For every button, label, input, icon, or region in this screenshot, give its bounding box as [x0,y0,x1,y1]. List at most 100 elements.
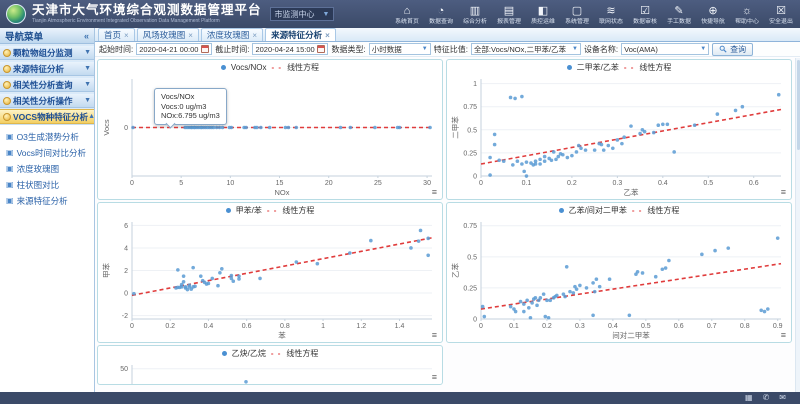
tab-close-icon[interactable]: × [252,31,257,40]
series-legend-label[interactable]: 乙炔/乙烷 [232,348,266,359]
trend-legend-label[interactable]: 线性方程 [647,205,679,216]
data-point[interactable] [511,163,515,167]
data-point[interactable] [513,97,517,101]
sidebar-item-2[interactable]: ▣ 浓度玫瑰图 [0,161,94,177]
data-point[interactable] [230,126,234,130]
header-nav-quick-nav[interactable]: ⊕ 快捷导航 [696,3,730,26]
data-point[interactable] [555,294,559,298]
data-point[interactable] [516,159,520,163]
data-point[interactable] [667,259,671,263]
data-point[interactable] [210,277,214,281]
tab-close-icon[interactable]: × [325,31,330,40]
data-point[interactable] [595,277,599,281]
header-nav-manual-data[interactable]: ✎ 手工数据 [662,3,696,26]
series-legend-label[interactable]: Vocs/NOx [231,63,267,72]
data-point[interactable] [652,131,656,135]
data-point[interactable] [766,307,770,311]
sidebar-group-0[interactable]: 颗粒物组分监测 ▼ [0,45,94,60]
data-point[interactable] [545,299,549,303]
data-point[interactable] [584,148,588,152]
data-point[interactable] [656,123,660,127]
data-point[interactable] [542,292,546,296]
data-point[interactable] [493,143,497,147]
data-point[interactable] [572,291,576,295]
sidebar-item-0[interactable]: ▣ O3生成潜势分析 [0,129,94,145]
data-point[interactable] [543,315,547,319]
data-point[interactable] [726,246,730,250]
data-point[interactable] [176,268,180,272]
sidebar-item-1[interactable]: ▣ Vocs时间对比分析 [0,145,94,161]
data-point[interactable] [525,174,529,178]
data-point[interactable] [132,292,136,296]
data-point[interactable] [191,266,195,270]
data-point[interactable] [628,313,632,317]
chart-menu-icon[interactable]: ≡ [781,188,786,197]
end-time-input[interactable]: 2020-04-24 15:00 [252,43,328,55]
data-point[interactable] [593,290,597,294]
data-point[interactable] [419,229,423,233]
data-point[interactable] [664,266,668,270]
mail-icon[interactable]: ✉ [779,393,786,403]
data-point[interactable] [566,156,570,160]
data-point[interactable] [543,155,547,159]
sidebar-collapse-icon[interactable]: « [84,31,89,41]
chart-menu-icon[interactable]: ≡ [432,188,437,197]
data-point[interactable] [636,270,640,274]
header-nav-qaqc[interactable]: ◧ 质控运维 [526,3,560,26]
data-point[interactable] [616,138,620,142]
data-point[interactable] [426,253,430,257]
data-point[interactable] [519,300,523,304]
data-point[interactable] [548,299,552,303]
data-point[interactable] [369,239,373,243]
data-point[interactable] [295,260,299,264]
data-point[interactable] [520,162,524,166]
data-point[interactable] [570,154,574,158]
data-point[interactable] [568,290,572,294]
data-point[interactable] [575,287,579,291]
data-point[interactable] [509,305,513,309]
data-point[interactable] [409,246,413,250]
data-point[interactable] [287,126,291,130]
chart-menu-icon[interactable]: ≡ [432,331,437,340]
data-point[interactable] [426,237,430,241]
data-point[interactable] [488,173,492,177]
chart-menu-icon[interactable]: ≡ [432,373,437,382]
data-point[interactable] [259,126,263,130]
data-point[interactable] [552,150,556,154]
data-point[interactable] [556,155,560,159]
data-point[interactable] [602,148,606,152]
tab-close-icon[interactable]: × [124,31,129,40]
data-point[interactable] [339,126,343,130]
data-point[interactable] [622,135,626,139]
data-point[interactable] [534,159,538,163]
header-nav-network[interactable]: ≋ 联网状态 [594,3,628,26]
data-point[interactable] [638,132,642,136]
data-point[interactable] [497,158,501,162]
data-type-select[interactable]: 小时数据 ▼ [369,43,431,55]
data-point[interactable] [700,253,704,257]
data-point[interactable] [578,284,582,288]
data-point[interactable] [629,124,633,128]
data-point[interactable] [672,150,676,154]
data-point[interactable] [620,142,624,146]
header-nav-system[interactable]: ▢ 系统管理 [560,3,594,26]
data-point[interactable] [654,275,658,279]
calendar-icon[interactable] [317,45,325,53]
data-point[interactable] [534,296,538,300]
data-point[interactable] [575,150,579,154]
data-point[interactable] [641,271,645,275]
data-point[interactable] [579,146,583,150]
data-point[interactable] [606,144,610,148]
data-point[interactable] [373,126,377,130]
data-point[interactable] [776,236,780,240]
data-point[interactable] [417,239,421,243]
data-point[interactable] [522,302,526,306]
scrollbar-thumb[interactable] [797,60,800,150]
data-point[interactable] [182,274,186,278]
sidebar-group-1[interactable]: 来源特征分析 ▼ [0,61,94,76]
data-point[interactable] [535,304,539,308]
data-point[interactable] [591,313,595,317]
series-legend-label[interactable]: 乙苯/间对二甲苯 [569,205,627,216]
data-point[interactable] [759,308,763,312]
data-point[interactable] [734,109,738,113]
